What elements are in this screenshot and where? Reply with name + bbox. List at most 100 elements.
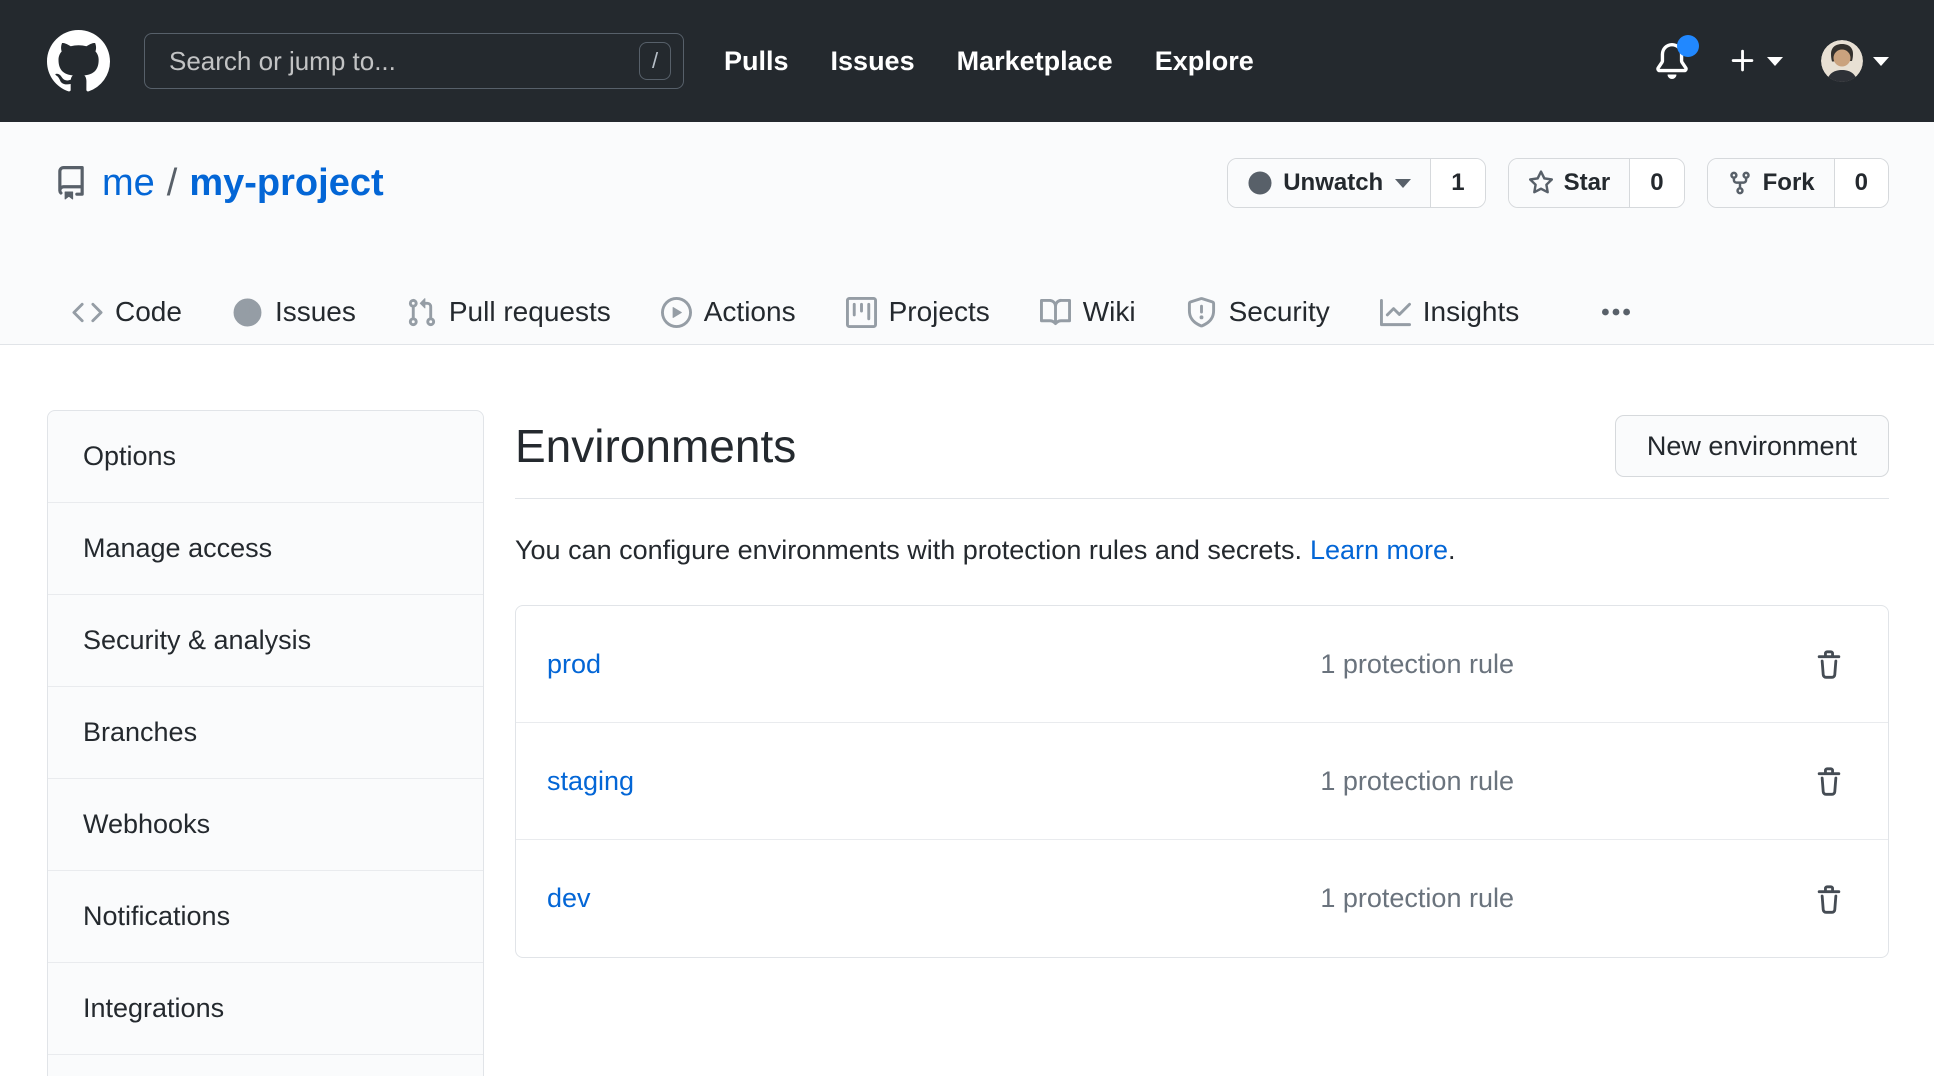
unwatch-button[interactable]: Unwatch [1228, 159, 1430, 207]
tab-insights-label: Insights [1423, 296, 1520, 328]
trash-icon [1814, 884, 1844, 914]
tab-issues-label: Issues [275, 296, 356, 328]
protection-rule-count: 1 protection rule [1320, 649, 1514, 680]
tab-pull-requests-label: Pull requests [449, 296, 611, 328]
star-button-group: Star 0 [1508, 158, 1685, 208]
search-input[interactable] [167, 45, 639, 78]
eye-icon [1247, 170, 1273, 196]
global-search: / [144, 33, 684, 89]
sidebar-item-options[interactable]: Options [48, 411, 483, 503]
delete-environment-button[interactable] [1814, 766, 1844, 796]
environments-header: Environments New environment [515, 415, 1889, 499]
git-pull-request-icon [406, 297, 437, 328]
protection-rule-count: 1 protection rule [1320, 766, 1514, 797]
tab-pull-requests[interactable]: Pull requests [381, 280, 636, 344]
user-menu[interactable] [1821, 40, 1889, 82]
sidebar-item-manage-access[interactable]: Manage access [48, 503, 483, 595]
repo-tab-bar: Code Issues Pull requests Actions [47, 280, 1889, 344]
tab-security[interactable]: Security [1161, 280, 1355, 344]
nav-explore[interactable]: Explore [1155, 46, 1254, 77]
chevron-down-icon [1873, 57, 1889, 66]
breadcrumb-separator: / [167, 162, 178, 205]
star-count[interactable]: 0 [1629, 159, 1683, 207]
shield-icon [1186, 297, 1217, 328]
star-button[interactable]: Star [1509, 159, 1630, 207]
graph-icon [1380, 297, 1411, 328]
sidebar-item-integrations[interactable]: Integrations [48, 963, 483, 1055]
play-icon [661, 297, 692, 328]
nav-marketplace[interactable]: Marketplace [957, 46, 1113, 77]
watch-count[interactable]: 1 [1430, 159, 1484, 207]
github-logo[interactable] [47, 30, 110, 93]
trash-icon [1814, 766, 1844, 796]
tab-projects[interactable]: Projects [821, 280, 1015, 344]
description-text: You can configure environments with prot… [515, 535, 1302, 565]
issue-opened-icon [232, 297, 263, 328]
environment-row-staging: staging 1 protection rule [516, 723, 1888, 840]
avatar-image [1821, 40, 1863, 82]
tab-security-label: Security [1229, 296, 1330, 328]
nav-pulls[interactable]: Pulls [724, 46, 789, 77]
tab-actions[interactable]: Actions [636, 280, 821, 344]
header-right-cluster [1654, 40, 1889, 82]
environments-panel: Environments New environment You can con… [515, 410, 1889, 958]
page-title: Environments [515, 418, 796, 474]
notifications-button[interactable] [1654, 43, 1690, 79]
watch-button-group: Unwatch 1 [1227, 158, 1485, 208]
star-label: Star [1564, 169, 1611, 197]
fork-count[interactable]: 0 [1834, 159, 1888, 207]
create-new-dropdown[interactable] [1728, 46, 1783, 76]
tab-actions-label: Actions [704, 296, 796, 328]
plus-icon [1728, 46, 1758, 76]
learn-more-link[interactable]: Learn more [1310, 535, 1448, 565]
repo-forked-icon [1727, 170, 1753, 196]
global-header: / Pulls Issues Marketplace Explore [0, 0, 1934, 122]
tab-code[interactable]: Code [47, 280, 207, 344]
breadcrumb: me / my-project [102, 162, 384, 205]
project-icon [846, 297, 877, 328]
slash-shortcut-key: / [639, 42, 671, 80]
tab-code-label: Code [115, 296, 182, 328]
unread-notification-dot [1677, 35, 1699, 57]
environment-link-prod[interactable]: prod [547, 649, 601, 680]
avatar [1821, 40, 1863, 82]
environment-link-staging[interactable]: staging [547, 766, 634, 797]
sidebar-item-branches[interactable]: Branches [48, 687, 483, 779]
chevron-down-icon [1395, 179, 1411, 188]
tab-projects-label: Projects [889, 296, 990, 328]
sidebar-item-webhooks[interactable]: Webhooks [48, 779, 483, 871]
repo-name-link[interactable]: my-project [189, 162, 383, 205]
settings-content: Options Manage access Security & analysi… [0, 345, 1934, 1076]
sidebar-item-notifications[interactable]: Notifications [48, 871, 483, 963]
sidebar-item-security-analysis[interactable]: Security & analysis [48, 595, 483, 687]
repo-title-row: me / my-project Unwatch 1 [47, 158, 1889, 208]
repo-action-buttons: Unwatch 1 Star 0 Fork [1227, 158, 1889, 208]
environment-row-prod: prod 1 protection rule [516, 606, 1888, 723]
nav-issues[interactable]: Issues [831, 46, 915, 77]
tab-wiki[interactable]: Wiki [1015, 280, 1161, 344]
sentence-period: . [1448, 535, 1456, 565]
star-icon [1528, 170, 1554, 196]
environments-description: You can configure environments with prot… [515, 531, 1889, 569]
book-icon [1040, 297, 1071, 328]
trash-icon [1814, 649, 1844, 679]
delete-environment-button[interactable] [1814, 649, 1844, 679]
settings-sidebar: Options Manage access Security & analysi… [47, 410, 484, 1076]
tab-wiki-label: Wiki [1083, 296, 1136, 328]
repo-owner-link[interactable]: me [102, 162, 155, 205]
fork-button[interactable]: Fork [1708, 159, 1834, 207]
kebab-horizontal-icon [1600, 296, 1632, 328]
environment-row-dev: dev 1 protection rule [516, 840, 1888, 957]
fork-button-group: Fork 0 [1707, 158, 1889, 208]
environment-link-dev[interactable]: dev [547, 883, 591, 914]
delete-environment-button[interactable] [1814, 884, 1844, 914]
repo-icon [54, 166, 88, 200]
new-environment-button[interactable]: New environment [1615, 415, 1889, 477]
repo-header: me / my-project Unwatch 1 [0, 122, 1934, 345]
tab-insights[interactable]: Insights [1355, 280, 1545, 344]
tab-issues[interactable]: Issues [207, 280, 381, 344]
protection-rule-count: 1 protection rule [1320, 883, 1514, 914]
fork-label: Fork [1763, 169, 1815, 197]
global-nav: Pulls Issues Marketplace Explore [724, 46, 1254, 77]
tab-overflow-button[interactable] [1586, 296, 1646, 328]
